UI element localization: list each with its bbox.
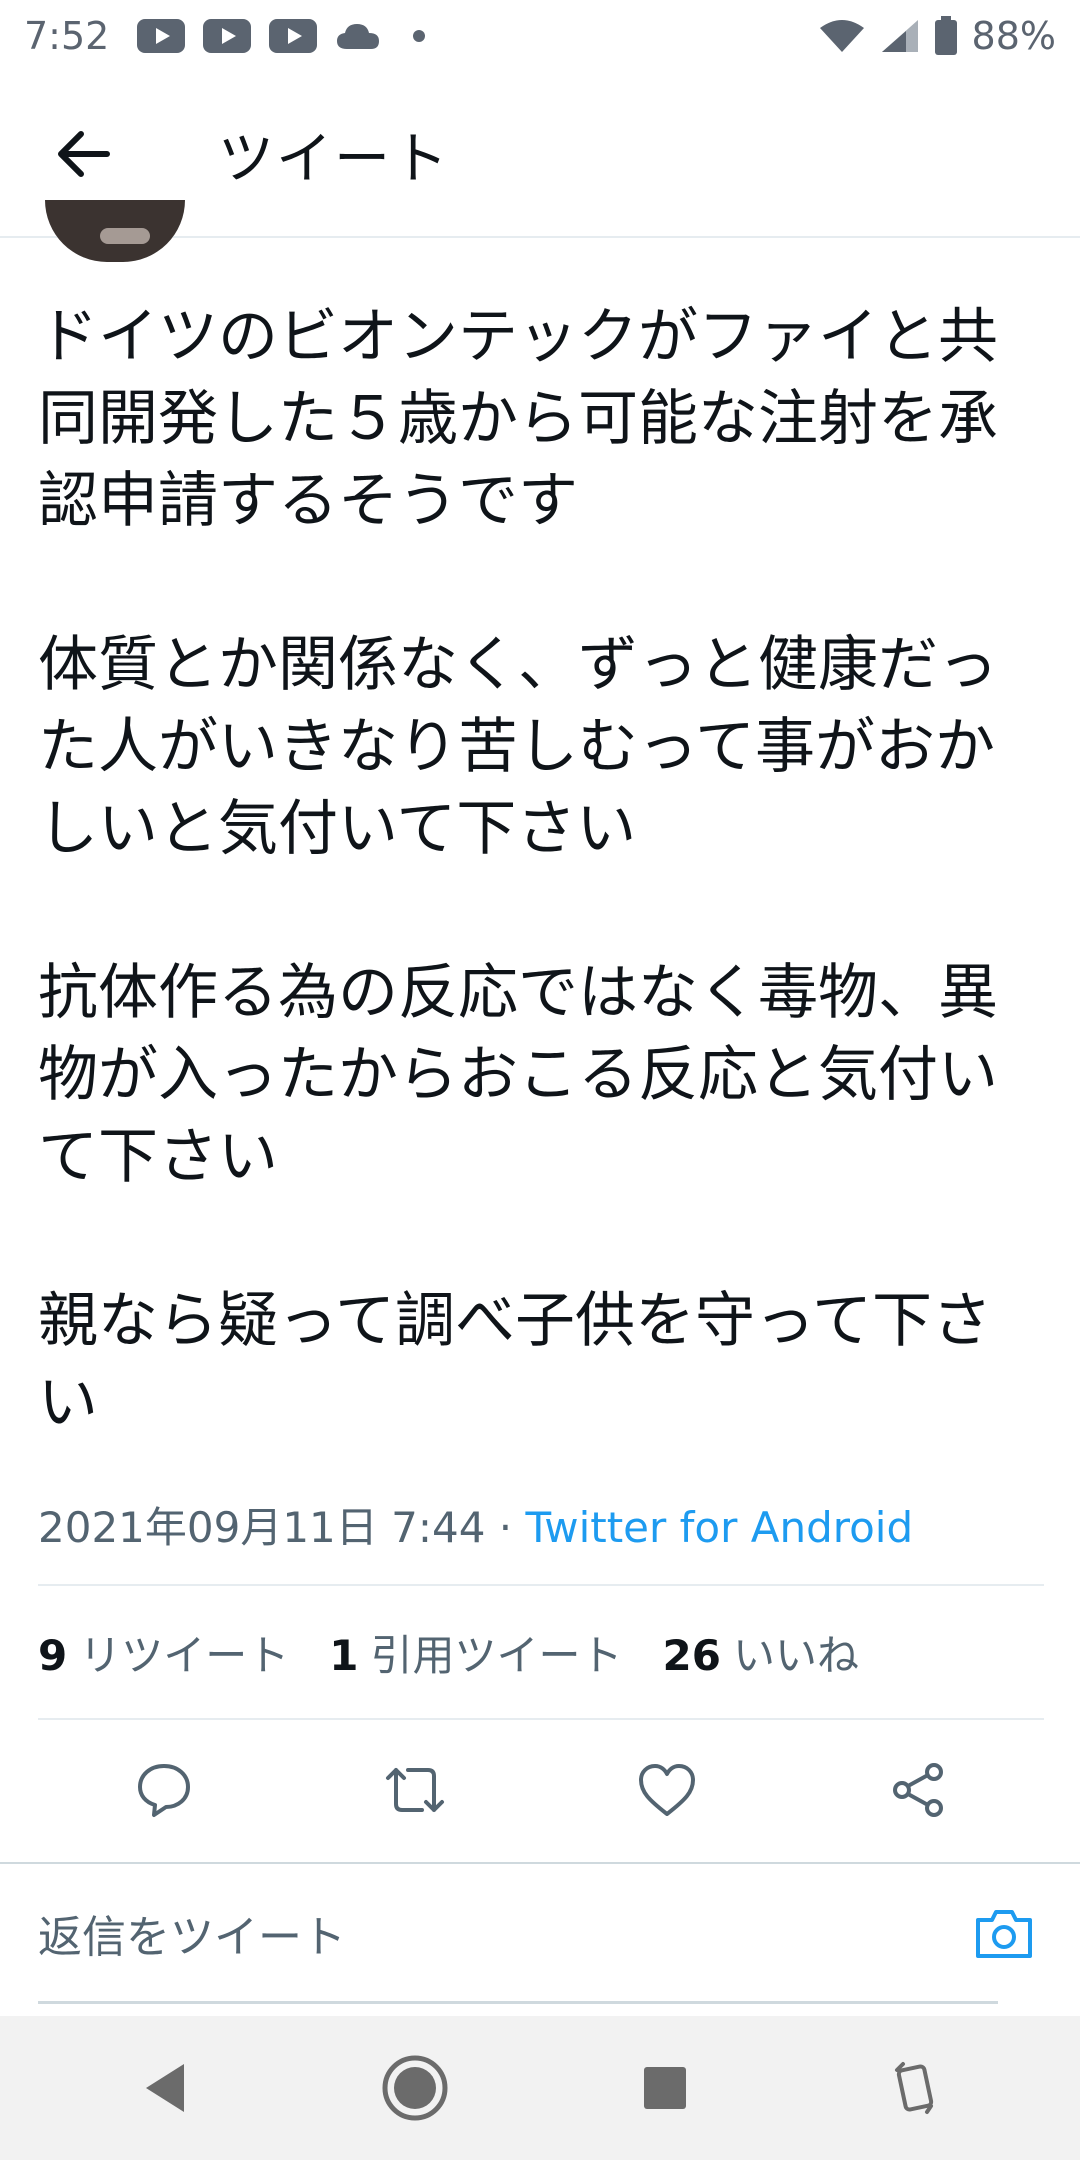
- system-status: 88%: [818, 14, 1056, 58]
- nav-back-button[interactable]: [120, 2043, 210, 2133]
- share-icon: [893, 1763, 944, 1817]
- nav-home-button[interactable]: [370, 2043, 460, 2133]
- retweets-label: リツイート: [79, 1630, 290, 1680]
- camera-icon: [976, 1910, 1032, 1958]
- tweet-paragraph: 体質とか関係なく、ずっと健康だった人がいきなり苦しむって事がおかしいと気付いて下…: [38, 630, 998, 864]
- notification-icons: [137, 19, 426, 53]
- dot-icon: [413, 30, 426, 42]
- heart-icon: [638, 1764, 695, 1816]
- arrow-left-icon: [58, 131, 110, 177]
- quotes-label: 引用ツイート: [370, 1630, 623, 1680]
- status-time: 7:52: [24, 14, 110, 58]
- meta-separator: ·: [485, 1503, 526, 1552]
- tweet-paragraph: 抗体作る為の反応ではなく毒物、異物が入ったからおこる反応と気付いて下さい: [38, 958, 998, 1192]
- rotate-icon: [895, 2062, 934, 2114]
- quotes-count: 1: [329, 1630, 359, 1680]
- battery-icon: [934, 16, 957, 55]
- reply-bar: 返信をツイート: [0, 1862, 1080, 2016]
- tweet-actions: [38, 1730, 1044, 1850]
- square-recents-icon: [644, 2067, 686, 2109]
- comment-icon: [137, 1764, 190, 1817]
- likes-stat[interactable]: 26 いいね: [663, 1622, 859, 1683]
- home-circle-icon: [382, 2055, 448, 2121]
- divider: [38, 1718, 1044, 1720]
- reply-button[interactable]: [119, 1745, 209, 1835]
- tweet-stats: 9 リツイート 1 引用ツイート 26 いいね: [38, 1622, 899, 1682]
- youtube-icon: [203, 19, 252, 53]
- tweet-source-link[interactable]: Twitter for Android: [526, 1503, 914, 1552]
- retweets-stat[interactable]: 9 リツイート: [38, 1622, 289, 1683]
- divider: [38, 1584, 1044, 1586]
- avatar[interactable]: [45, 200, 185, 262]
- retweets-count: 9: [38, 1630, 68, 1680]
- cloud-icon: [337, 24, 380, 49]
- likes-count: 26: [662, 1630, 721, 1680]
- rotate-button[interactable]: [870, 2043, 960, 2133]
- camera-button[interactable]: [964, 1894, 1044, 1974]
- battery-percent: 88%: [971, 14, 1056, 58]
- retweet-button[interactable]: [370, 1745, 460, 1835]
- status-bar: 7:52 88%: [0, 0, 1080, 72]
- tweet-text: ドイツのビオンテックがファイと共同開発した５歳から可能な注射を承認申請するそうで…: [38, 296, 1048, 1444]
- tweet-paragraph: 親なら疑って調べ子供を守って下さい: [38, 1286, 992, 1438]
- back-button[interactable]: [38, 109, 128, 199]
- signal-icon: [881, 20, 918, 52]
- navigation-bar: [0, 2016, 1080, 2160]
- quotes-stat[interactable]: 1 引用ツイート: [329, 1622, 622, 1683]
- tweet-meta: 2021年09月11日 7:44 · Twitter for Android: [38, 1494, 913, 1555]
- reply-input[interactable]: 返信をツイート: [38, 1864, 998, 2004]
- tweet-paragraph: ドイツのビオンテックがファイと共同開発した５歳から可能な注射を承認申請するそうで…: [38, 302, 998, 536]
- youtube-icon: [269, 19, 318, 53]
- wifi-icon: [819, 20, 864, 52]
- nav-recents-button[interactable]: [620, 2043, 710, 2133]
- share-button[interactable]: [873, 1745, 963, 1835]
- likes-label: いいね: [732, 1630, 859, 1680]
- tweet-datetime: 2021年09月11日 7:44: [38, 1503, 486, 1552]
- page-title: ツイート: [218, 126, 450, 192]
- retweet-icon: [386, 1768, 445, 1812]
- youtube-icon: [137, 19, 186, 53]
- like-button[interactable]: [622, 1745, 712, 1835]
- triangle-back-icon: [146, 2064, 184, 2112]
